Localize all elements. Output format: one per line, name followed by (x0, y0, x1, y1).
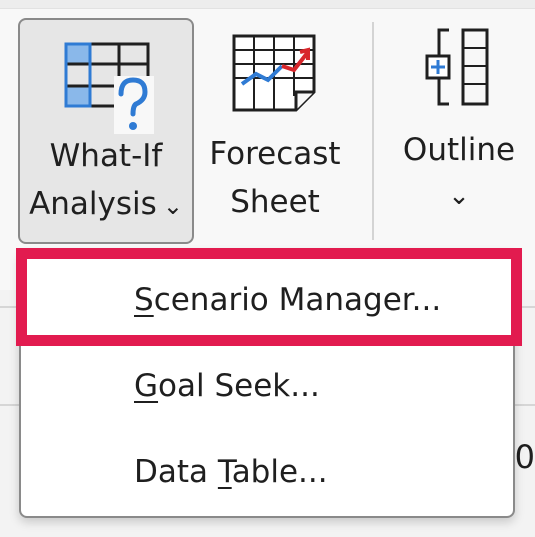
menu-item-accesskey: G (134, 368, 159, 404)
ribbon-group-separator (372, 22, 374, 240)
menu-item-label: able... (231, 454, 328, 490)
chevron-down-icon: ⌄ (448, 181, 470, 211)
forecast-sheet-icon (232, 34, 316, 112)
menu-item-accesskey: S (134, 282, 154, 318)
what-if-dropdown-menu: Scenario Manager... Goal Seek... Data Ta… (19, 250, 515, 518)
menu-item-prefix: Data (134, 454, 218, 490)
what-if-analysis-icon (64, 42, 154, 134)
sheet-gridline (515, 404, 535, 406)
menu-item-accesskey: T (217, 454, 232, 490)
data-ribbon: What-If Analysis ⌄ Forecast Sheet Outline… (0, 0, 535, 290)
what-if-analysis-button[interactable]: What-If Analysis ⌄ (18, 18, 194, 244)
menu-item-scenario-manager[interactable]: Scenario Manager... (21, 260, 513, 340)
sheet-gridline (515, 306, 535, 308)
forecast-label-line1: Forecast (209, 136, 341, 172)
menu-item-goal-seek[interactable]: Goal Seek... (21, 346, 513, 426)
forecast-label-line2: Sheet (230, 184, 320, 220)
outline-button[interactable]: Outline ⌄ (385, 18, 533, 244)
menu-item-label: cenario Manager... (153, 282, 442, 318)
what-if-label-line1: What-If (49, 138, 163, 174)
outline-icon (425, 28, 489, 106)
outline-label: Outline (402, 132, 516, 168)
ribbon-top-border (0, 0, 535, 9)
what-if-label-line2-text: Analysis (29, 186, 157, 222)
forecast-sheet-button[interactable]: Forecast Sheet (200, 18, 350, 244)
sheet-cell-text: 0 (514, 438, 535, 476)
menu-item-data-table[interactable]: Data Table... (21, 432, 513, 512)
sheet-gridline (0, 306, 20, 308)
chevron-down-icon: ⌄ (162, 191, 183, 220)
what-if-label-line2: Analysis ⌄ (20, 180, 192, 230)
menu-item-label: oal Seek... (158, 368, 320, 404)
sheet-gridline (0, 404, 20, 406)
